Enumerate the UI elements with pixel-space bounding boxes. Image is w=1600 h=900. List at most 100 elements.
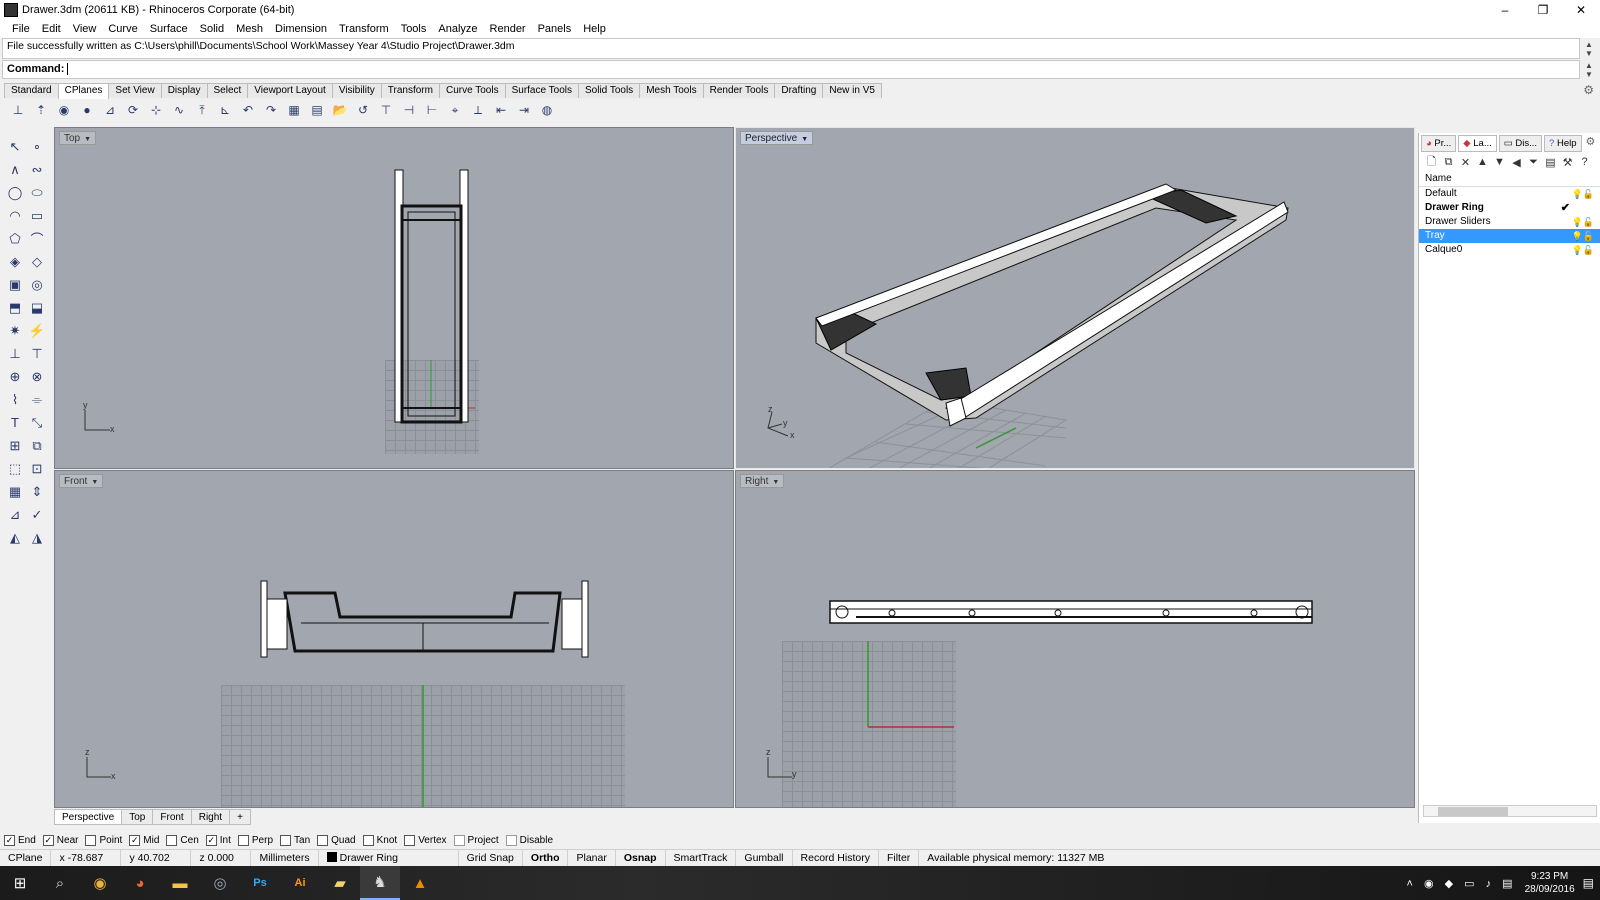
viewport-right[interactable]: Right ▼ z y [735,470,1415,808]
delete-layer-icon[interactable]: ✕ [1457,156,1474,169]
panel-tab-properties[interactable]: ◕ Pr... [1421,135,1457,152]
checkbox[interactable] [280,834,292,846]
cplane-rotate-icon[interactable]: ⟳ [123,101,143,119]
checkbox[interactable] [453,834,465,846]
status-planar[interactable]: Planar [568,850,616,866]
cplane-shift-right-icon[interactable]: ⇥ [514,101,534,119]
menu-file[interactable]: File [6,23,36,35]
analyze-icon[interactable]: ⊿ [4,503,26,526]
osnap-disable[interactable]: Disable [505,834,553,846]
polyline-icon[interactable]: ∧ [4,158,26,181]
menu-surface[interactable]: Surface [144,23,194,35]
boolean-icon[interactable]: ◎ [26,273,48,296]
surface-icon[interactable]: ◈ [4,250,26,273]
cplane-3-point-icon[interactable]: ● [77,101,97,119]
menu-edit[interactable]: Edit [36,23,67,35]
menu-analyze[interactable]: Analyze [432,23,483,35]
checkbox[interactable] [404,834,416,846]
status-cplane[interactable]: CPlane [0,850,52,866]
move-up-icon[interactable]: ▲ [1474,156,1491,168]
ellipse-icon[interactable]: ⬭ [26,181,48,204]
osnap-project[interactable]: Project [453,834,499,846]
cplane-elevation-icon[interactable]: ⇡ [31,101,51,119]
viewtab-perspective[interactable]: Perspective [54,809,123,825]
status-grid-snap[interactable]: Grid Snap [459,850,523,866]
illustrator-icon[interactable]: Ai [280,866,320,900]
layer-row-default[interactable]: Default 💡🔓 [1419,187,1600,201]
viewtab-add[interactable]: + [229,809,251,825]
spotlight-icon[interactable]: ⚡ [26,319,48,342]
cplane-front-icon[interactable]: ⊣ [399,101,419,119]
cplane-curve-icon[interactable]: ∿ [169,101,189,119]
restore-button[interactable]: ❐ [1524,0,1562,20]
close-button[interactable]: ✕ [1562,0,1600,20]
scrollbar-thumb[interactable] [1438,807,1508,816]
mirror-icon[interactable]: ⧉ [26,434,48,457]
layer-visibility-lock-icon[interactable]: 💡🔓 [1572,229,1594,243]
status-smarttrack[interactable]: SmartTrack [666,850,737,866]
loft-icon[interactable]: ◇ [26,250,48,273]
cplane-save-icon[interactable]: ▤ [307,101,327,119]
menu-view[interactable]: View [67,23,103,35]
text-dimension-icon[interactable]: ⊤ [26,342,48,365]
osnap-cen[interactable]: Cen [166,834,199,846]
osnap-mid[interactable]: ✓ Mid [129,834,159,846]
status-current-layer[interactable]: Drawer Ring [319,850,459,866]
tab-set-view[interactable]: Set View [108,83,162,98]
cplane-open-folder-icon[interactable]: 📂 [330,101,350,119]
cplane-z-axis-icon[interactable]: ⤒ [192,101,212,119]
notifications-icon[interactable]: ▤ [1583,876,1594,890]
status-record-history[interactable]: Record History [793,850,879,866]
clock[interactable]: 9:23 PM 28/09/2016 [1525,870,1575,896]
vlc-icon[interactable]: ▲ [400,866,440,900]
render-icon[interactable]: ◭ [4,526,26,549]
menu-panels[interactable]: Panels [532,23,578,35]
checkbox[interactable] [166,834,178,846]
menu-dimension[interactable]: Dimension [269,23,333,35]
curve-icon[interactable]: ∾ [26,158,48,181]
command-scroll-arrows[interactable]: ▲ ▼ [1582,61,1596,79]
photoshop-icon[interactable]: Ps [240,866,280,900]
mesh-icon[interactable]: ⬓ [26,296,48,319]
move-out-icon[interactable]: ◀ [1508,156,1525,169]
menu-render[interactable]: Render [484,23,532,35]
explode-icon[interactable]: ⊗ [26,365,48,388]
panel-tab-help[interactable]: ? Help [1544,135,1582,152]
chrome-icon[interactable]: ◉ [80,866,120,900]
viewtab-top[interactable]: Top [121,809,154,825]
search-icon[interactable]: ⌕ [40,866,80,900]
command-input[interactable] [67,63,69,75]
tab-drafting[interactable]: Drafting [774,83,824,98]
checkbox[interactable]: ✓ [4,834,15,846]
osnap-knot[interactable]: Knot [362,834,397,846]
cplane-to-object-icon[interactable]: ◉ [54,101,74,119]
cplane-vertical-icon[interactable]: ⊿ [100,101,120,119]
menu-mesh[interactable]: Mesh [230,23,269,35]
text-icon[interactable]: T [4,411,26,434]
checkbox[interactable]: ✓ [129,834,141,846]
group-icon[interactable]: ⊡ [26,457,48,480]
viewport-perspective[interactable]: Perspective ▼ z y x [735,127,1415,469]
viewport-top[interactable]: Top ▼ y x [54,127,734,469]
cplane-perpendicular-icon[interactable]: ⟂ [468,101,488,119]
minimize-button[interactable]: – [1486,0,1524,20]
cplane-shift-left-icon[interactable]: ⇤ [491,101,511,119]
cplane-sphere-icon[interactable]: ◍ [537,101,557,119]
point-icon[interactable]: ∘ [26,135,48,158]
cplane-set-world-icon[interactable]: ⊤ [376,101,396,119]
viewtab-right[interactable]: Right [190,809,231,825]
menu-help[interactable]: Help [577,23,612,35]
tab-display[interactable]: Display [160,83,208,98]
cplane-previous-icon[interactable]: ↶ [238,101,258,119]
tab-transform[interactable]: Transform [380,83,440,98]
tab-solid-tools[interactable]: Solid Tools [578,83,641,98]
osnap-end[interactable]: ✓ End [4,834,36,846]
command-line[interactable]: Command: [2,60,1580,79]
circle-icon[interactable]: ◯ [4,181,26,204]
cplane-view-icon[interactable]: ⊾ [215,101,235,119]
windows-start-icon[interactable]: ⊞ [0,866,40,900]
grid-array-icon[interactable]: ▦ [4,480,26,503]
cplane-named-icon[interactable]: ⌖ [445,101,465,119]
layer-icon[interactable]: ⬚ [4,457,26,480]
tab-viewport-layout[interactable]: Viewport Layout [247,83,333,98]
